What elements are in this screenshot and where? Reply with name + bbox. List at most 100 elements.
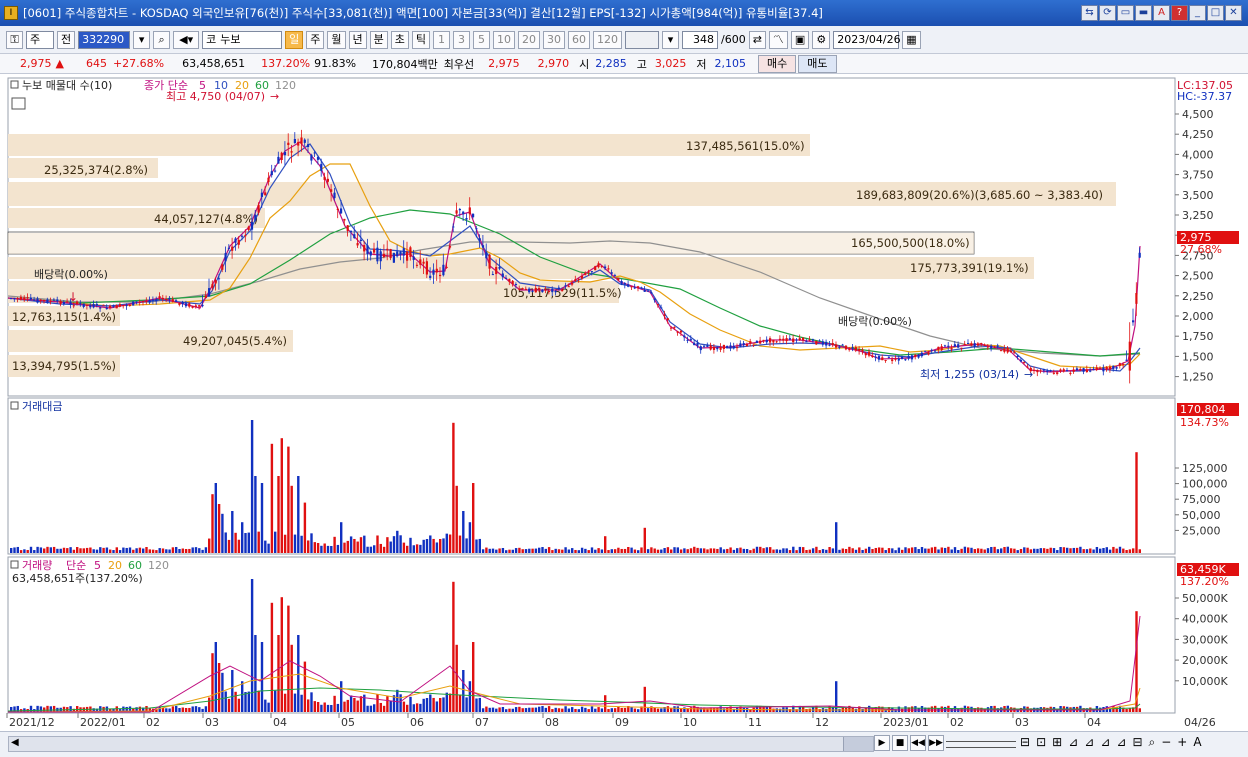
link-icon[interactable]: ⇆ xyxy=(1081,5,1098,21)
trend-tool-icon[interactable]: ⊿ xyxy=(1100,735,1110,750)
candle-body xyxy=(241,235,244,237)
magnifier-icon[interactable]: ⌕ xyxy=(1149,735,1156,750)
candle-body xyxy=(755,340,758,343)
trend-tool-icon[interactable]: ⊿ xyxy=(1084,735,1094,750)
settings-icon[interactable]: ⚙ xyxy=(812,30,831,49)
candle-body xyxy=(828,344,831,346)
hc-label: HC:-37.37 xyxy=(1177,90,1232,103)
amount-bar xyxy=(617,547,620,553)
close-button[interactable]: ✕ xyxy=(1225,5,1242,21)
period-week[interactable]: 주 xyxy=(306,30,325,49)
zoom-box-icon[interactable]: ⊡ xyxy=(1036,735,1046,750)
amount-bar xyxy=(10,547,13,553)
amount-bar xyxy=(1102,548,1105,553)
window-icon[interactable]: ▭ xyxy=(1117,5,1134,21)
market-select[interactable]: 주 xyxy=(26,30,54,49)
chart-icon[interactable]: 〽 xyxy=(768,30,788,49)
scroll-thumb[interactable] xyxy=(843,737,873,751)
save-icon[interactable]: ▣ xyxy=(790,30,810,49)
help-icon[interactable]: ? xyxy=(1171,5,1188,21)
custom-interval-input[interactable] xyxy=(625,30,659,49)
volume-value-line: 63,458,651주(137.20%) xyxy=(12,572,143,585)
candle-body xyxy=(445,266,448,268)
horizontal-scrollbar[interactable]: ◀ xyxy=(8,736,874,752)
interval-120[interactable]: 120 xyxy=(593,30,622,49)
interval-60[interactable]: 60 xyxy=(568,30,590,49)
period-tick[interactable]: 틱 xyxy=(411,30,430,49)
period-month[interactable]: 월 xyxy=(327,30,346,49)
search-icon[interactable]: ⌕ xyxy=(153,30,171,49)
volume-bar xyxy=(524,708,528,712)
refresh-icon[interactable]: ⟳ xyxy=(1099,5,1116,21)
interval-30[interactable]: 30 xyxy=(543,30,565,49)
minimize-button[interactable]: _ xyxy=(1189,5,1206,21)
chart-svg[interactable]: 137,485,561(15.0%) 25,325,374(2.8%) 189,… xyxy=(0,76,1248,731)
stock-name-field[interactable]: 코 누보 xyxy=(202,30,283,49)
interval-20[interactable]: 20 xyxy=(518,30,540,49)
candle-body xyxy=(762,339,765,341)
window-tool-icon[interactable]: ⊟ xyxy=(1132,735,1142,750)
stop-icon[interactable]: ■ xyxy=(892,735,908,751)
chart-area[interactable]: 137,485,561(15.0%) 25,325,374(2.8%) 189,… xyxy=(0,76,1248,731)
candle-body xyxy=(699,346,702,351)
scroll-right-icon[interactable]: ▶ xyxy=(874,735,890,751)
volume-bar xyxy=(184,707,188,712)
zoom-grid-icon[interactable]: ⊞ xyxy=(1052,735,1062,750)
layout-icon[interactable]: ▬ xyxy=(1135,5,1152,21)
zoom-in-icon[interactable]: + xyxy=(1177,735,1187,750)
candle-body xyxy=(739,343,742,347)
interval-1[interactable]: 1 xyxy=(433,30,450,49)
rewind-icon[interactable]: ◀◀ xyxy=(910,735,926,751)
maximize-button[interactable]: □ xyxy=(1207,5,1224,21)
volume-bar xyxy=(353,697,356,712)
zoom-slider[interactable] xyxy=(946,741,1016,748)
price-tick-label: 2,250 xyxy=(1182,290,1214,303)
code-input[interactable]: 332290 xyxy=(78,30,131,49)
speaker-icon[interactable]: ◀▾ xyxy=(173,30,200,49)
candle-body xyxy=(462,211,465,215)
buy-button[interactable]: 매수 xyxy=(758,54,797,73)
tool-icon[interactable]: ⇄ xyxy=(748,30,766,49)
amount-bar xyxy=(518,547,521,553)
amount-bar xyxy=(1062,547,1066,553)
zoom-fit-icon[interactable]: ⊟ xyxy=(1020,735,1030,750)
trend-tool-icon[interactable]: ⊿ xyxy=(1116,735,1126,750)
interval-dropdown-icon[interactable]: ▾ xyxy=(662,30,679,49)
amount-bar xyxy=(155,550,158,553)
sell-button[interactable]: 매도 xyxy=(798,54,837,73)
auto-scale-icon[interactable]: A xyxy=(1193,735,1201,750)
volume-bar xyxy=(1128,708,1132,712)
interval-5[interactable]: 5 xyxy=(473,30,490,49)
lock-icon[interactable]: ⚿ xyxy=(6,30,23,49)
amount-bar xyxy=(561,549,564,553)
dropdown-icon[interactable]: ▾ xyxy=(133,30,151,49)
interval-3[interactable]: 3 xyxy=(453,30,470,49)
forward-icon[interactable]: ▶▶ xyxy=(928,735,944,751)
volume-bar xyxy=(660,708,663,712)
period-second[interactable]: 초 xyxy=(390,30,409,49)
all-button[interactable]: 전 xyxy=(57,30,76,49)
volume-bar xyxy=(673,706,676,712)
period-year[interactable]: 년 xyxy=(348,30,367,49)
count-input[interactable]: 348 xyxy=(682,30,718,49)
interval-10[interactable]: 10 xyxy=(493,30,515,49)
amount-bar xyxy=(445,533,448,553)
period-minute[interactable]: 분 xyxy=(369,30,388,49)
period-day[interactable]: 일 xyxy=(285,30,304,49)
amount-legend-label: 거래대금 xyxy=(22,400,62,413)
candle-body xyxy=(145,300,148,302)
scroll-left-icon[interactable]: ◀ xyxy=(11,737,19,748)
candle-body xyxy=(904,359,907,361)
font-icon[interactable]: A xyxy=(1153,5,1170,21)
volume-bar xyxy=(359,696,363,712)
date-input[interactable]: 2023/04/26 xyxy=(833,30,901,49)
amount-bar xyxy=(937,549,940,553)
volume-bar xyxy=(194,706,198,712)
volume-bar xyxy=(412,704,415,712)
trend-tool-icon[interactable]: ⊿ xyxy=(1068,735,1078,750)
zoom-out-icon[interactable]: − xyxy=(1161,735,1171,750)
candle-body xyxy=(270,171,273,176)
calendar-icon[interactable]: ▦ xyxy=(902,30,921,49)
candle-body xyxy=(1135,293,1138,304)
candle-body xyxy=(706,345,709,347)
